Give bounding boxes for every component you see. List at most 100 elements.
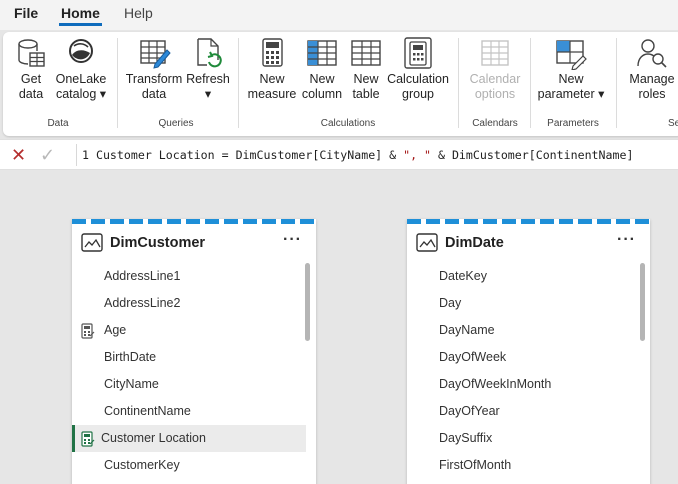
field-name: FirstOfMonth: [439, 458, 512, 472]
parameter-icon: [556, 40, 587, 70]
table-header-stripe: [72, 219, 316, 224]
new-parameter-button[interactable]: New parameter ▾: [535, 36, 607, 102]
tab-home[interactable]: Home: [59, 4, 102, 26]
table-title: DimDate: [445, 235, 504, 251]
field-item[interactable]: CityName: [72, 371, 316, 398]
field-list: AddressLine1 AddressLine2 Age BirthDate …: [72, 263, 316, 479]
new-measure-button[interactable]: New measure: [245, 36, 299, 102]
transform-data-button[interactable]: Transform data: [125, 36, 183, 102]
transform-data-icon: [140, 40, 171, 69]
field-item[interactable]: BirthDate: [72, 344, 316, 371]
formula-bar: ✕ ✓ 1 Customer Location = DimCustomer[Ci…: [0, 139, 678, 170]
ribbon: Get data OneLake catalog ▾ Data Transfor…: [3, 32, 678, 136]
field-name: Day: [439, 296, 462, 310]
refresh-dropdown-chevron: ▾: [204, 87, 212, 101]
table-header-stripe: [407, 219, 650, 224]
table-card-dimcustomer[interactable]: DimCustomer ··· AddressLine1 AddressLine…: [72, 219, 316, 484]
field-item[interactable]: DayOfWeekInMonth: [407, 371, 650, 398]
group-label-security: Se: [668, 118, 678, 129]
calc-group-label-1: Calculation: [387, 72, 449, 86]
get-data-button[interactable]: Get data: [9, 36, 53, 102]
more-options-icon[interactable]: ···: [617, 231, 636, 249]
onelake-icon: [69, 39, 93, 63]
field-name: CityName: [104, 377, 159, 391]
field-item[interactable]: FirstOfMonth: [407, 452, 650, 479]
manage-roles-button[interactable]: Manage roles: [625, 36, 678, 102]
field-item[interactable]: AddressLine1: [72, 263, 316, 290]
calendar-icon: [481, 40, 509, 66]
calculator-icon: [81, 323, 95, 339]
refresh-icon: [197, 38, 222, 68]
manage-roles-icon: [637, 39, 667, 68]
new-table-label-1: New: [353, 72, 379, 86]
transform-label-1: Transform: [125, 72, 183, 86]
tab-help[interactable]: Help: [122, 4, 155, 26]
field-name: ContinentName: [104, 404, 191, 418]
field-item[interactable]: DayName: [407, 317, 650, 344]
refresh-label: Refresh: [186, 72, 230, 86]
group-separator: [530, 38, 531, 128]
field-name: CustomerKey: [104, 458, 180, 472]
field-item[interactable]: DayOfWeek: [407, 344, 650, 371]
manage-roles-label-2: roles: [638, 87, 666, 101]
field-name: AddressLine1: [104, 269, 181, 283]
new-column-label-1: New: [309, 72, 335, 86]
formula-line-number: 1: [82, 148, 89, 162]
calculated-column-icon: [81, 431, 95, 447]
table-header: DimCustomer ···: [72, 229, 316, 259]
field-name: DayName: [439, 323, 495, 337]
field-item[interactable]: Age: [72, 317, 316, 344]
table-card-dimdate[interactable]: DimDate ··· DateKey Day DayName DayOfWee…: [407, 219, 650, 484]
onelake-label-1: OneLake: [55, 72, 107, 86]
field-item[interactable]: CustomerKey: [72, 452, 316, 479]
calendar-options-label-2: options: [474, 87, 516, 101]
new-table-label-2: table: [352, 87, 380, 101]
field-name: BirthDate: [104, 350, 157, 364]
field-name: DayOfWeekInMonth: [439, 377, 552, 391]
formula-divider: [76, 144, 77, 166]
calendar-options-button[interactable]: Calendar options: [465, 36, 525, 102]
group-separator: [117, 38, 118, 128]
tab-file[interactable]: File: [12, 4, 40, 26]
field-item[interactable]: ContinentName: [72, 398, 316, 425]
new-column-label-2: column: [301, 87, 343, 101]
new-table-button[interactable]: New table: [347, 36, 385, 102]
group-separator: [616, 38, 617, 128]
manage-roles-label-1: Manage: [629, 72, 675, 86]
transform-label-2: data: [141, 87, 167, 101]
get-data-label-1: Get: [20, 72, 42, 86]
field-item[interactable]: DateKey: [407, 263, 650, 290]
calc-group-label-2: group: [402, 87, 434, 101]
group-label-calculations: Calculations: [320, 118, 376, 129]
field-item[interactable]: DaySuffix: [407, 425, 650, 452]
table-icon: [351, 40, 381, 66]
field-item[interactable]: AddressLine2: [72, 290, 316, 317]
field-name: AddressLine2: [104, 296, 181, 310]
new-column-button[interactable]: New column: [299, 36, 345, 102]
field-item-selected[interactable]: Customer Location: [72, 425, 306, 452]
formula-input[interactable]: 1 Customer Location = DimCustomer[CityNa…: [82, 148, 633, 162]
calculation-group-button[interactable]: Calculation group: [385, 36, 451, 102]
calculator-icon: [262, 38, 283, 67]
onelake-label-2: catalog ▾: [55, 87, 107, 101]
table-title: DimCustomer: [110, 235, 206, 251]
field-name: Age: [104, 323, 127, 337]
group-label-data: Data: [47, 118, 69, 129]
formula-text-2: & DimCustomer[ContinentName]: [431, 148, 634, 162]
refresh-button[interactable]: Refresh ▾: [185, 36, 231, 102]
field-item[interactable]: DayOfYear: [407, 398, 650, 425]
commit-icon[interactable]: ✓: [40, 145, 55, 166]
menu-bar: File Home Help: [0, 0, 678, 30]
new-parameter-label-1: New: [558, 72, 584, 86]
field-item[interactable]: Day: [407, 290, 650, 317]
more-options-icon[interactable]: ···: [283, 231, 302, 249]
cancel-icon[interactable]: ✕: [11, 145, 26, 166]
field-name: DaySuffix: [439, 431, 493, 445]
calculation-group-icon: [404, 37, 432, 69]
calendar-options-label-1: Calendar: [469, 72, 521, 86]
table-column-icon: [307, 40, 337, 66]
formula-text-1: Customer Location = DimCustomer[CityName…: [95, 148, 404, 162]
group-label-parameters: Parameters: [547, 118, 599, 129]
new-measure-label-1: New: [259, 72, 285, 86]
onelake-catalog-button[interactable]: OneLake catalog ▾: [53, 36, 109, 102]
